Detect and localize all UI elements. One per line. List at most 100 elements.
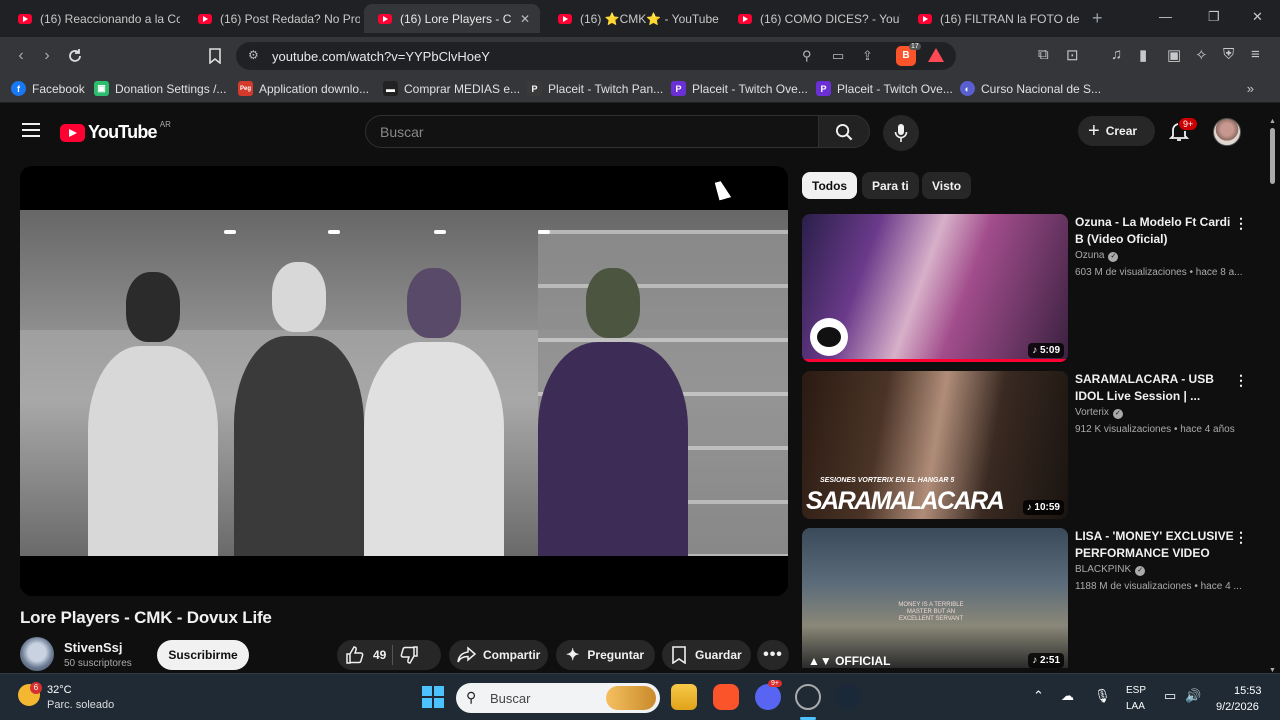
show-hidden-icons[interactable]: ⌃ [1033,688,1044,704]
file-explorer-icon[interactable] [671,684,697,710]
channel-name[interactable]: StivenSsj [64,640,123,655]
duration-text: 5:09 [1039,345,1060,356]
yg-logo-icon: ▲▼ [808,654,836,668]
zoom-icon[interactable]: ⚲ [802,48,812,64]
chip-visto[interactable]: Visto [922,172,972,199]
scrollbar-thumb[interactable] [1270,128,1275,184]
recommendation-thumbnail[interactable]: ♪ 5:09 [802,214,1068,362]
wallet-icon[interactable]: ▣ [1167,46,1181,64]
save-button[interactable]: Guardar [662,640,751,670]
sidebar-icon[interactable]: ▮ [1139,46,1147,64]
subscribe-button[interactable]: Suscribirme [157,640,249,670]
reload-icon[interactable] [64,45,86,67]
more-bookmarks-icon[interactable]: » [1247,81,1254,96]
leo-ai-icon[interactable]: ✧ [1195,46,1208,64]
microphone-tray-icon[interactable]: 🎙 [1094,688,1111,704]
back-icon[interactable]: ‹ [10,45,32,67]
cast-icon[interactable]: ▭ [832,48,844,64]
share-icon[interactable]: ⇪ [862,48,873,64]
dislike-button[interactable] [399,645,419,665]
close-tab-icon[interactable]: ✕ [520,12,530,26]
share-button[interactable]: Compartir [449,640,548,670]
clock-date[interactable]: 9/2/2026 [1216,701,1259,713]
extensions-icon[interactable]: ⧉ [1038,46,1049,63]
bookmark-item[interactable]: P Placeit - Twitch Pan... [527,81,663,96]
taskbar-search[interactable]: ⚲ Buscar [456,683,660,713]
account-avatar[interactable] [1213,118,1241,146]
ask-button[interactable]: ✦ Preguntar [556,640,655,670]
scroll-up-icon[interactable]: ▲ [1269,118,1276,125]
temperature[interactable]: 32°C [47,684,72,696]
onedrive-cloud-icon[interactable]: ☁ [1061,688,1074,704]
bookmark-item[interactable]: ▬ Comprar MEDIAS e... [383,81,520,96]
voice-search-button[interactable] [883,115,919,151]
chip-para-ti[interactable]: Para ti [862,172,919,199]
more-vertical-icon[interactable]: ⋮ [1234,372,1248,389]
search-input[interactable] [380,124,800,140]
discord-icon[interactable] [755,684,781,710]
bookmark-item[interactable]: ◐ Curso Nacional de S... [960,81,1101,96]
steam-icon[interactable] [835,684,861,710]
donation-icon: ▣ [94,81,109,96]
restore-icon[interactable]: ❐ [1208,9,1220,25]
vpn-icon[interactable]: ⛨ [1223,46,1234,63]
chip-todos[interactable]: Todos [802,172,858,199]
youtube-logo[interactable]: YouTube AR [60,120,171,143]
bookmark-item[interactable]: f Facebook [11,81,85,96]
menu-icon[interactable]: ≡ [1251,46,1260,63]
notification-count-badge: 9+ [1178,117,1199,131]
recommendation-channel[interactable]: BLACKPINK ✓ [1075,564,1146,576]
address-bar[interactable]: ⚙ youtube.com/watch?v=YYPbClvHoeY ⚲ ▭ ⇪ … [236,42,956,70]
recommendation-channel[interactable]: Ozuna ✓ [1075,250,1119,262]
recommendation-title[interactable]: SARAMALACARA - USB IDOL Live Session | .… [1075,371,1235,405]
media-icon[interactable]: ♫ [1111,46,1122,63]
like-dislike-group: 49 [337,640,441,670]
browser-tab[interactable]: (16) Reaccionando a la Con [4,4,180,33]
bookmark-item[interactable]: Peg Application downlo... [238,81,369,96]
facebook-icon: f [11,81,26,96]
bookmark-item[interactable]: P Placeit - Twitch Ove... [816,81,953,96]
brave-rewards-icon[interactable] [928,48,944,62]
browser-tab[interactable]: (16) COMO DICES? - YouTu [724,4,900,33]
more-vertical-icon[interactable]: ⋮ [1234,215,1248,232]
forward-icon[interactable]: › [36,45,58,67]
windows-start-icon[interactable] [422,686,444,708]
page-scrollbar[interactable]: ▲ ▼ [1268,118,1276,674]
bookmark-item[interactable]: P Placeit - Twitch Ove... [671,81,808,96]
recommendation-thumbnail[interactable]: SESIONES VORTERIX EN EL HANGAR 5 SARAMAL… [802,371,1068,519]
browser-tab[interactable]: (16) ⭐CMK⭐ - YouTube [544,4,720,33]
more-vertical-icon[interactable]: ⋮ [1234,529,1248,546]
recommendation-title[interactable]: LISA - 'MONEY' EXCLUSIVE PERFORMANCE VID… [1075,528,1235,562]
recommendation-channel[interactable]: Vorterix ✓ [1075,407,1123,419]
clock-time[interactable]: 15:53 [1234,685,1262,697]
network-icon[interactable]: ▭ [1164,688,1176,704]
minimize-icon[interactable]: — [1159,9,1172,24]
like-button[interactable]: 49 [337,645,386,665]
bookmark-item[interactable]: ▣ Donation Settings /... [94,81,226,96]
site-settings-icon[interactable]: ⚙ [248,48,259,62]
weather-condition[interactable]: Parc. soleado [47,699,114,711]
more-actions-button[interactable]: ••• [757,640,789,670]
brave-browser-icon[interactable] [713,684,739,710]
recommendation-thumbnail[interactable]: MONEY IS A TERRIBLE MASTER BUT AN EXCELL… [802,528,1068,668]
new-tab-icon[interactable]: + [1092,8,1103,29]
keyboard-layout[interactable]: LAA [1126,701,1145,712]
channel-label: BLACKPINK [1075,564,1132,575]
microphone-icon [894,124,908,142]
browser-tab[interactable]: (16) FILTRAN la FOTO de M [904,4,1080,33]
close-window-icon[interactable]: ✕ [1252,9,1263,25]
search-button[interactable] [818,115,870,148]
volume-icon[interactable]: 🔊 [1185,688,1201,704]
video-player[interactable] [20,166,788,596]
channel-avatar[interactable] [20,637,54,671]
browser-tab-active[interactable]: (16) Lore Players - CMK ✕ [364,4,540,33]
bookmark-page-icon[interactable] [204,45,226,67]
create-button[interactable]: + Crear [1078,116,1155,146]
obs-icon[interactable] [795,684,821,710]
browser-tab[interactable]: (16) Post Redada? No Prob [184,4,360,33]
input-language[interactable]: ESP [1126,685,1146,696]
recommendation-title[interactable]: Ozuna - La Modelo Ft Cardi B (Video Ofic… [1075,214,1235,248]
screenshot-icon[interactable]: ⊡ [1066,46,1079,64]
search-box[interactable] [365,115,819,148]
guide-menu-icon[interactable] [22,123,40,141]
